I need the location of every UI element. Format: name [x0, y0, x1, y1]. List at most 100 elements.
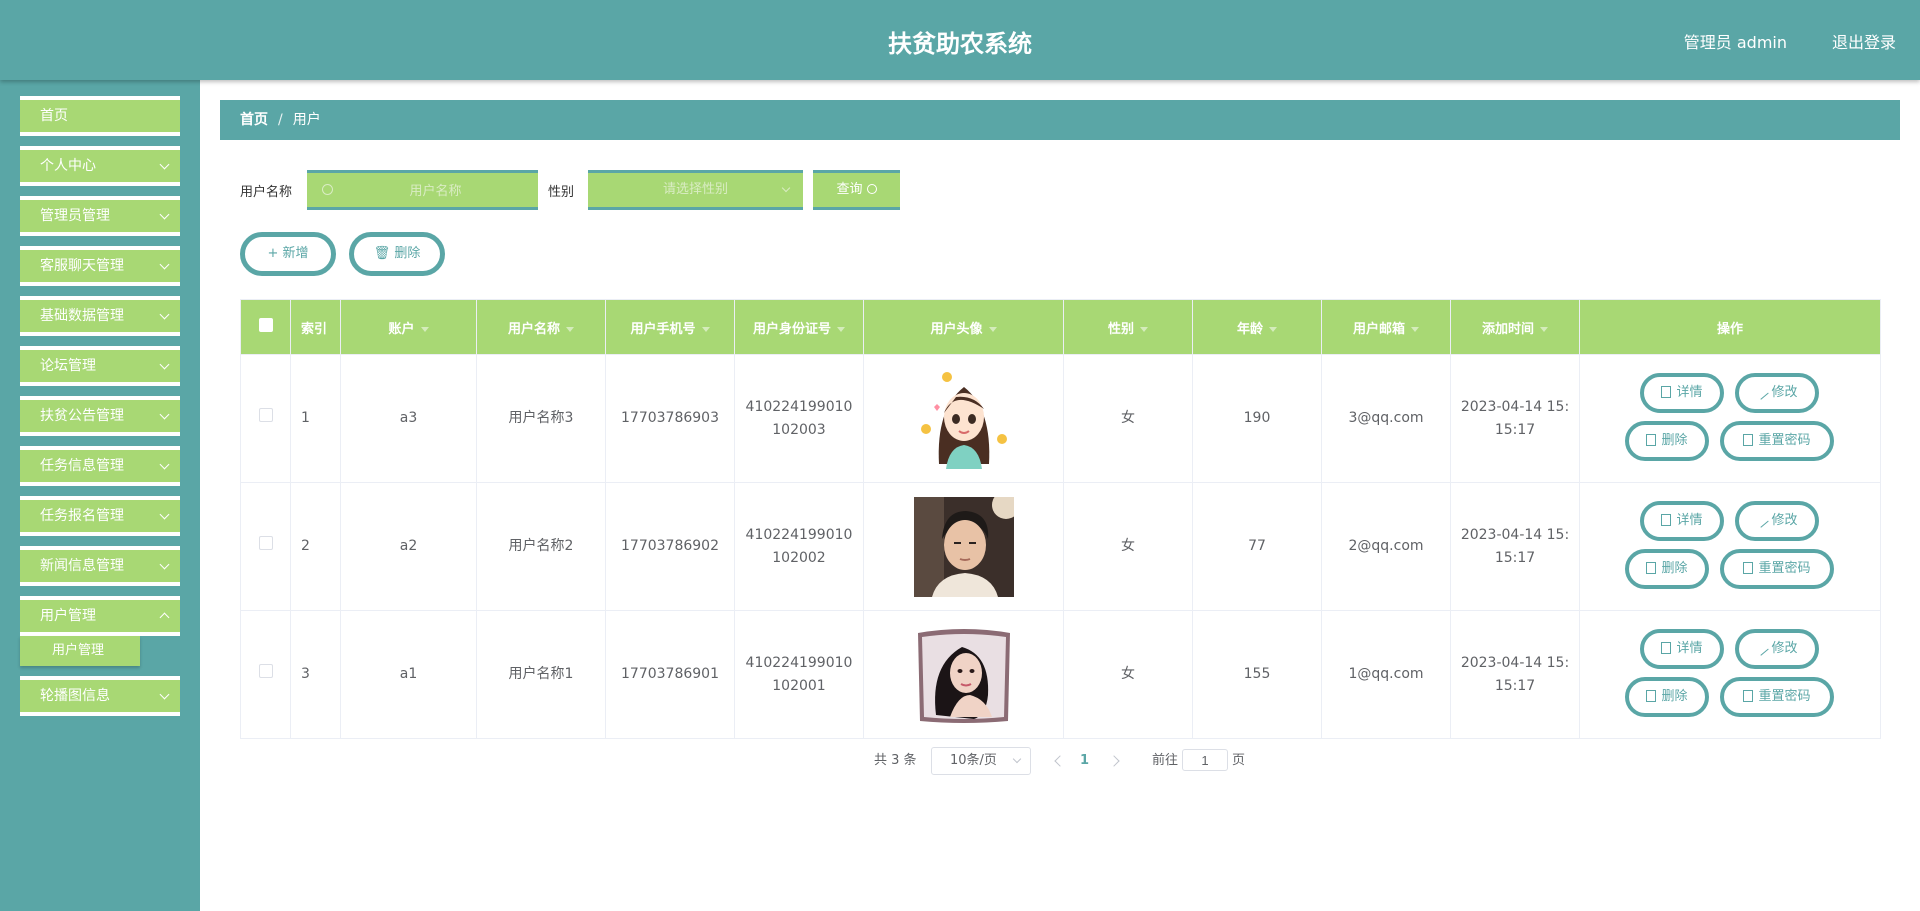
reset-password-button[interactable]: 重置密码 — [1720, 677, 1834, 717]
col-name[interactable]: 用户名称 — [476, 299, 606, 355]
document-icon — [1743, 434, 1754, 446]
detail-button[interactable]: 详情 — [1640, 501, 1724, 541]
avatar-image[interactable] — [913, 624, 1014, 725]
sidebar-item-basic-data[interactable]: 基础数据管理 — [20, 296, 180, 336]
page-number-1[interactable]: 1 — [1080, 747, 1089, 775]
cell-age: 77 — [1192, 482, 1322, 611]
cell-gender: 女 — [1063, 482, 1193, 611]
sidebar-item-label: 任务信息管理 — [40, 458, 124, 474]
row-checkbox[interactable] — [258, 664, 273, 678]
col-age[interactable]: 年龄 — [1192, 299, 1322, 355]
logout-link[interactable]: 退出登录 — [1832, 29, 1896, 53]
cell-account: a2 — [340, 482, 477, 611]
cell-name: 用户名称2 — [476, 482, 606, 611]
sidebar-item-users[interactable]: 用户管理 — [20, 596, 180, 636]
cell-actions: 详情 修改 删除 重置密码 — [1579, 610, 1881, 739]
trash-icon — [1646, 434, 1657, 446]
sidebar-item-profile[interactable]: 个人中心 — [20, 146, 180, 186]
gender-select[interactable]: 请选择性别 — [588, 170, 803, 210]
page-size-value: 10条/页 — [950, 753, 997, 768]
col-id-card[interactable]: 用户身份证号 — [734, 299, 864, 355]
delete-button[interactable]: 删除 — [1625, 677, 1709, 717]
sidebar-item-label: 扶贫公告管理 — [40, 408, 124, 424]
reset-password-button[interactable]: 重置密码 — [1720, 549, 1834, 589]
users-table: 索引 账户 用户名称 用户手机号 用户身份证号 用户头像 性别 年龄 用户邮箱 … — [240, 299, 1881, 739]
sidebar-item-task-info[interactable]: 任务信息管理 — [20, 446, 180, 486]
delete-button[interactable]: 删除 — [1625, 421, 1709, 461]
query-button[interactable]: 查询 — [813, 170, 900, 210]
sort-icon[interactable] — [1411, 326, 1419, 332]
trash-icon — [1646, 690, 1657, 702]
page-size-select[interactable]: 10条/页 — [931, 747, 1031, 775]
select-all-cell[interactable] — [240, 299, 291, 355]
cell-account: a1 — [340, 610, 477, 739]
cell-gender: 女 — [1063, 354, 1193, 483]
edit-icon — [1753, 512, 1770, 528]
col-avatar[interactable]: 用户头像 — [863, 299, 1064, 355]
col-account[interactable]: 账户 — [340, 299, 477, 355]
chevron-down-icon — [159, 409, 170, 420]
sort-icon[interactable] — [566, 326, 574, 332]
sidebar-item-task-signup[interactable]: 任务报名管理 — [20, 496, 180, 536]
sort-icon[interactable] — [837, 326, 845, 332]
sort-icon[interactable] — [1140, 326, 1148, 332]
sidebar-item-news[interactable]: 新闻信息管理 — [20, 546, 180, 586]
table-row: 1 a3 用户名称3 17703786903 41022419901010200… — [240, 354, 1881, 483]
edit-button[interactable]: 修改 — [1735, 501, 1819, 541]
reset-password-button[interactable]: 重置密码 — [1720, 421, 1834, 461]
cell-email: 3@qq.com — [1321, 354, 1451, 483]
row-checkbox-cell[interactable] — [240, 354, 291, 483]
detail-button[interactable]: 详情 — [1640, 629, 1724, 669]
avatar-image[interactable] — [913, 368, 1014, 469]
detail-button[interactable]: 详情 — [1640, 373, 1724, 413]
chevron-down-icon — [159, 309, 170, 320]
chevron-up-icon — [159, 612, 170, 623]
select-all-checkbox[interactable] — [258, 318, 273, 332]
sidebar-item-notice[interactable]: 扶贫公告管理 — [20, 396, 180, 436]
avatar-image[interactable] — [913, 496, 1014, 597]
breadcrumb-home[interactable]: 首页 — [240, 112, 268, 128]
prev-page-icon[interactable] — [1054, 755, 1066, 767]
goto-page-input[interactable] — [1182, 749, 1228, 771]
sort-icon[interactable] — [1540, 326, 1548, 332]
row-checkbox[interactable] — [258, 536, 273, 550]
cell-account: a3 — [340, 354, 477, 483]
edit-button[interactable]: 修改 — [1735, 629, 1819, 669]
chevron-down-icon — [159, 159, 170, 170]
sort-icon[interactable] — [420, 326, 429, 332]
add-button[interactable]: + 新增 — [240, 232, 336, 276]
sidebar-item-label: 用户管理 — [40, 608, 96, 624]
sidebar-item-label: 基础数据管理 — [40, 308, 124, 324]
sort-icon[interactable] — [1269, 326, 1277, 332]
delete-button[interactable]: 删除 — [1625, 549, 1709, 589]
row-checkbox[interactable] — [258, 408, 273, 422]
gender-label: 性别 — [548, 185, 575, 200]
col-phone[interactable]: 用户手机号 — [605, 299, 735, 355]
submenu-item-users[interactable]: 用户管理 — [20, 636, 140, 666]
sort-icon[interactable] — [988, 326, 997, 332]
col-created[interactable]: 添加时间 — [1450, 299, 1580, 355]
row-checkbox-cell[interactable] — [240, 610, 291, 739]
sidebar-item-home[interactable]: 首页 — [20, 96, 180, 136]
edit-button[interactable]: 修改 — [1735, 373, 1819, 413]
app-title: 扶贫助农系统 — [888, 30, 1032, 58]
sort-icon[interactable] — [701, 326, 710, 332]
edit-icon — [1753, 384, 1770, 400]
cell-gender: 女 — [1063, 610, 1193, 739]
sidebar-item-chat[interactable]: 客服聊天管理 — [20, 246, 180, 286]
trash-icon: 🗑 — [373, 246, 395, 261]
sidebar-item-admin[interactable]: 管理员管理 — [20, 196, 180, 236]
cell-index: 1 — [290, 354, 341, 483]
sidebar-item-carousel[interactable]: 轮播图信息 — [20, 676, 180, 716]
cell-phone: 17703786902 — [605, 482, 735, 611]
row-checkbox-cell[interactable] — [240, 482, 291, 611]
next-page-icon[interactable] — [1108, 755, 1120, 767]
gender-select-placeholder: 请选择性别 — [662, 182, 728, 197]
table-row: 3 a1 用户名称1 17703786901 41022419901010200… — [240, 610, 1881, 739]
document-icon — [1743, 562, 1754, 574]
sidebar-item-forum[interactable]: 论坛管理 — [20, 346, 180, 386]
name-search-input[interactable] — [307, 170, 538, 210]
col-gender[interactable]: 性别 — [1063, 299, 1193, 355]
col-email[interactable]: 用户邮箱 — [1321, 299, 1451, 355]
batch-delete-button[interactable]: 🗑 删除 — [349, 232, 445, 276]
